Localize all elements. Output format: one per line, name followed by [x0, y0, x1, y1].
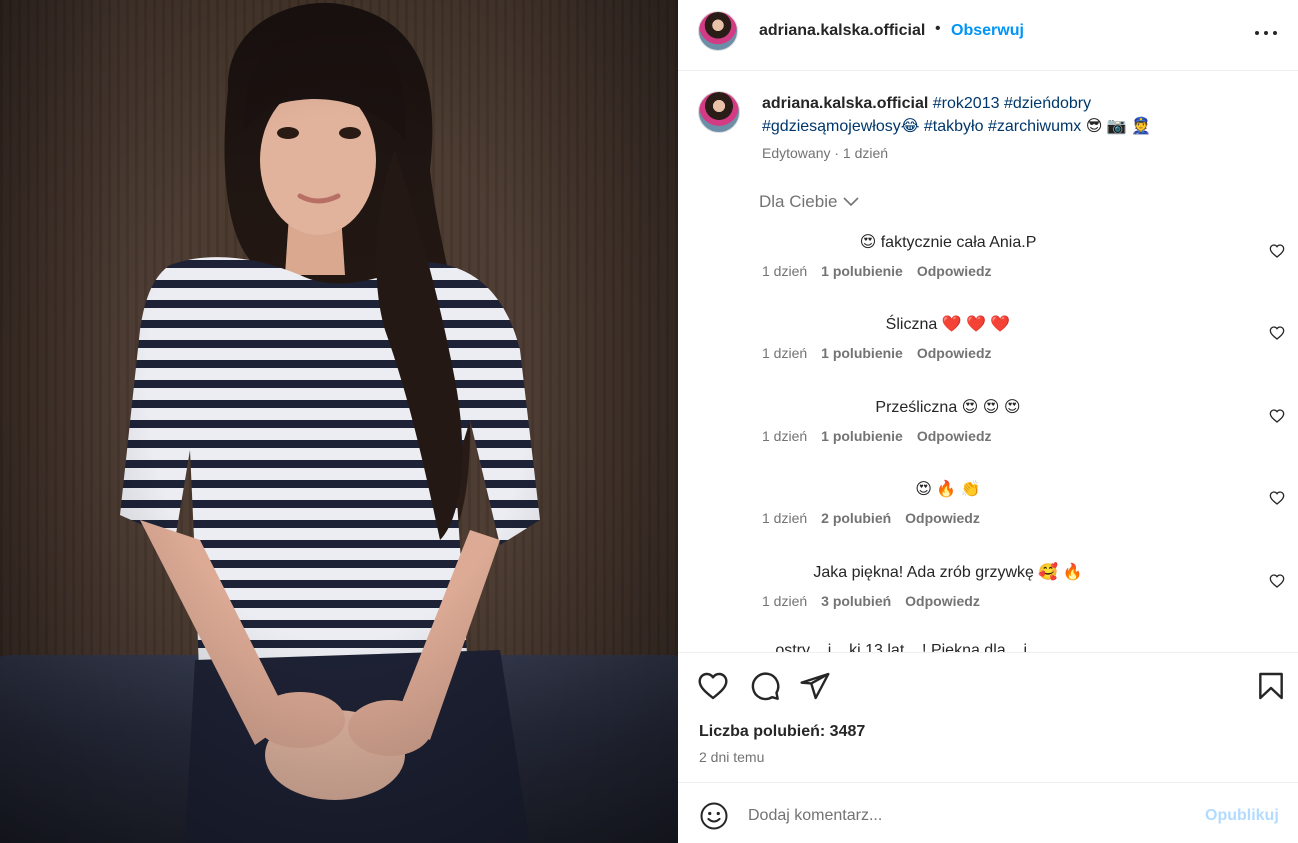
comment-meta: 1 dzień 1 polubienie Odpowiedz	[762, 345, 992, 361]
comment-likes[interactable]: 1 polubienie	[821, 428, 903, 444]
post-actions: Liczba polubień: 3487 2 dni temu	[678, 652, 1298, 782]
comment-item: Śliczna ❤️ ❤️ ❤️ 1 dzień 1 polubienie Od…	[678, 314, 1298, 374]
sort-label: Dla Ciebie	[759, 192, 838, 211]
publish-button[interactable]: Opublikuj	[1205, 807, 1279, 825]
post-date[interactable]: 2 dni temu	[699, 749, 764, 765]
author-username[interactable]: adriana.kalska.official	[759, 22, 925, 40]
comment-text: 😍 faktycznie cała Ania.P	[859, 234, 1037, 251]
comment-meta: 1 dzień 3 polubień Odpowiedz	[762, 593, 980, 609]
comment-likes[interactable]: 3 polubień	[821, 593, 891, 609]
comment-like-heart-icon[interactable]	[1269, 573, 1285, 589]
comment-item: 😍 🔥 👏 1 dzień 2 polubień Odpowiedz	[678, 479, 1298, 539]
comment-time: 1 dzień	[762, 263, 808, 279]
heart-icon[interactable]	[697, 670, 729, 702]
chevron-down-icon	[843, 197, 860, 207]
more-options-icon[interactable]	[1254, 21, 1280, 45]
comment-meta: 1 dzień 1 polubienie Odpowiedz	[762, 428, 992, 444]
header-separator: •	[935, 20, 941, 37]
comment-time: 1 dzień	[762, 593, 808, 609]
comment-text: 😍 🔥 👏	[915, 481, 981, 498]
reply-button[interactable]: Odpowiedz	[917, 345, 992, 361]
add-comment-bar: Opublikuj	[678, 782, 1298, 843]
reply-button[interactable]: Odpowiedz	[905, 593, 980, 609]
bookmark-icon[interactable]	[1255, 670, 1287, 702]
post-header: adriana.kalska.official • Obserwuj	[678, 0, 1298, 71]
smiley-icon[interactable]	[699, 801, 729, 831]
reply-button[interactable]: Odpowiedz	[905, 510, 980, 526]
comment-likes[interactable]: 1 polubienie	[821, 345, 903, 361]
comment-time: 1 dzień	[762, 345, 808, 361]
photo-vignette	[0, 0, 678, 843]
caption-meta: Edytowany · 1 dzień	[762, 145, 889, 161]
post-caption: adriana.kalska.official #rok2013 #dzieńd…	[762, 92, 1232, 138]
hashtag-link[interactable]: #rok2013	[933, 95, 1000, 112]
comment-meta: 1 dzień 1 polubienie Odpowiedz	[762, 263, 992, 279]
comment-text: Śliczna ❤️ ❤️ ❤️	[885, 316, 1011, 333]
comments-section[interactable]: adriana.kalska.official #rok2013 #dzieńd…	[678, 71, 1298, 652]
reply-button[interactable]: Odpowiedz	[917, 263, 992, 279]
author-avatar[interactable]	[698, 11, 738, 51]
comment-time: 1 dzień	[762, 510, 808, 526]
comment-time: 1 dzień	[762, 428, 808, 444]
comment-like-heart-icon[interactable]	[1269, 490, 1285, 506]
comment-input[interactable]	[748, 799, 1188, 833]
hashtag-link[interactable]: #zarchiwumx	[988, 118, 1081, 135]
follow-button[interactable]: Obserwuj	[951, 22, 1024, 40]
post-photo[interactable]	[0, 0, 678, 843]
comment-like-heart-icon[interactable]	[1269, 243, 1285, 259]
comment-item: 😍 faktycznie cała Ania.P 1 dzień 1 polub…	[678, 232, 1298, 292]
comment-likes[interactable]: 1 polubienie	[821, 263, 903, 279]
caption-author[interactable]: adriana.kalska.official	[762, 95, 928, 112]
comment-likes[interactable]: 2 polubień	[821, 510, 891, 526]
comment-item: Jaka piękna! Ada zrób grzywkę 🥰 🔥 1 dzie…	[678, 562, 1298, 622]
send-icon[interactable]	[799, 670, 831, 702]
comment-like-heart-icon[interactable]	[1269, 408, 1285, 424]
hashtag-link[interactable]: #dzieńdobry	[1004, 95, 1091, 112]
hashtag-link[interactable]: #takbyło	[924, 118, 984, 135]
comment-like-heart-icon[interactable]	[1269, 325, 1285, 341]
comment-icon[interactable]	[749, 670, 781, 702]
comment-meta: 1 dzień 2 polubień Odpowiedz	[762, 510, 980, 526]
reply-button[interactable]: Odpowiedz	[917, 428, 992, 444]
post-side-panel: adriana.kalska.official • Obserwuj adria…	[678, 0, 1298, 843]
likes-count[interactable]: Liczba polubień: 3487	[699, 723, 865, 741]
caption-emojis: 😎 📷 👮	[1085, 118, 1152, 135]
caption-author-avatar[interactable]	[698, 91, 740, 133]
comment-sort-dropdown[interactable]: Dla Ciebie	[759, 192, 860, 212]
comment-text: Prześliczna 😍 😍 😍	[875, 399, 1021, 416]
comment-text: Jaka piękna! Ada zrób grzywkę 🥰 🔥	[813, 564, 1083, 581]
hashtag-link[interactable]: #gdziesąmojewłosy😂	[762, 118, 919, 135]
comment-item: Prześliczna 😍 😍 😍 1 dzień 1 polubienie O…	[678, 397, 1298, 457]
partial-comment-text: ...ostry ...i ...ki 13 lat ...! Piekna d…	[762, 642, 1027, 652]
